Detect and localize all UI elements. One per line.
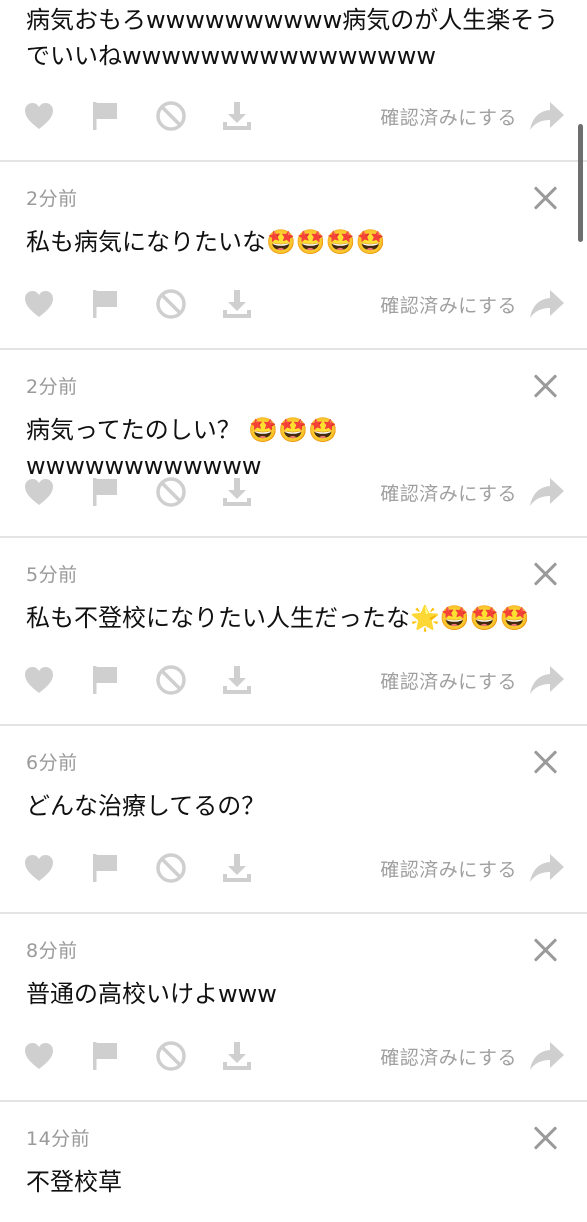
comment-actions: 確認済みにする (22, 96, 565, 136)
flag-icon[interactable] (88, 851, 122, 885)
block-icon[interactable] (154, 851, 188, 885)
close-icon[interactable] (533, 1126, 557, 1150)
comment-text: 病気おもろwwwwwwwwww病気のが人生楽そうでいいねwwwwwwwwwwww… (26, 6, 559, 70)
share-arrow-icon[interactable] (529, 477, 565, 507)
block-icon[interactable] (154, 663, 188, 697)
close-icon[interactable] (533, 374, 557, 398)
timestamp: 14分前 (26, 1128, 91, 1150)
flag-icon[interactable] (88, 1039, 122, 1073)
comment-card: 2分前 私も病気になりたいな🤩🤩🤩🤩 確認済みにする (0, 162, 587, 350)
heart-icon[interactable] (22, 851, 56, 885)
flag-icon[interactable] (88, 99, 122, 133)
close-icon[interactable] (533, 186, 557, 210)
block-icon[interactable] (154, 475, 188, 509)
comment-card: 14分前 不登校草 (0, 1102, 587, 1222)
share-arrow-icon[interactable] (529, 853, 565, 883)
share-arrow-icon[interactable] (529, 1041, 565, 1071)
comment-actions: 確認済みにする (22, 848, 565, 888)
comment-text: 不登校草 (26, 1168, 122, 1196)
comment-text: 普通の高校いけよwww (26, 980, 277, 1008)
download-icon[interactable] (220, 1039, 254, 1073)
timestamp: 8分前 (26, 940, 78, 962)
confirm-button[interactable]: 確認済みにする (380, 667, 517, 694)
download-icon[interactable] (220, 663, 254, 697)
heart-icon[interactable] (22, 1039, 56, 1073)
download-icon[interactable] (220, 99, 254, 133)
heart-icon[interactable] (22, 99, 56, 133)
timestamp: 6分前 (26, 752, 78, 774)
timestamp: 2分前 (26, 376, 78, 398)
comment-actions: 確認済みにする (22, 1036, 565, 1076)
download-icon[interactable] (220, 851, 254, 885)
confirm-button[interactable]: 確認済みにする (380, 1043, 517, 1070)
block-icon[interactable] (154, 99, 188, 133)
comment-card: 病気おもろwwwwwwwwww病気のが人生楽そうでいいねwwwwwwwwwwww… (0, 0, 587, 162)
flag-icon[interactable] (88, 287, 122, 321)
download-icon[interactable] (220, 287, 254, 321)
close-icon[interactable] (533, 750, 557, 774)
share-arrow-icon[interactable] (529, 289, 565, 319)
scrollbar[interactable] (578, 124, 583, 242)
flag-icon[interactable] (88, 663, 122, 697)
heart-icon[interactable] (22, 663, 56, 697)
share-arrow-icon[interactable] (529, 665, 565, 695)
timestamp: 5分前 (26, 564, 78, 586)
heart-icon[interactable] (22, 287, 56, 321)
download-icon[interactable] (220, 475, 254, 509)
comment-feed: 病気おもろwwwwwwwwww病気のが人生楽そうでいいねwwwwwwwwwwww… (0, 0, 587, 1222)
flag-icon[interactable] (88, 475, 122, 509)
comment-actions: 確認済みにする (22, 472, 565, 512)
comment-actions: 確認済みにする (22, 660, 565, 700)
confirm-button[interactable]: 確認済みにする (380, 103, 517, 130)
close-icon[interactable] (533, 938, 557, 962)
timestamp: 2分前 (26, 188, 78, 210)
block-icon[interactable] (154, 287, 188, 321)
comment-text: どんな治療してるの？ (26, 792, 266, 820)
comment-card: 8分前 普通の高校いけよwww 確認済みにする (0, 914, 587, 1102)
share-arrow-icon[interactable] (529, 101, 565, 131)
comment-card: 5分前 私も不登校になりたい人生だったな🌟🤩🤩🤩 確認済みにする (0, 538, 587, 726)
comment-text: 私も不登校になりたい人生だったな🌟🤩🤩🤩 (26, 604, 530, 632)
confirm-button[interactable]: 確認済みにする (380, 291, 517, 318)
comment-text: 私も病気になりたいな🤩🤩🤩🤩 (26, 228, 386, 256)
comment-actions: 確認済みにする (22, 284, 565, 324)
close-icon[interactable] (533, 562, 557, 586)
confirm-button[interactable]: 確認済みにする (380, 855, 517, 882)
confirm-button[interactable]: 確認済みにする (380, 479, 517, 506)
comment-card: 2分前 病気ってたのしい？ 🤩🤩🤩wwwwwwwwwwww 確認済みにする (0, 350, 587, 538)
comment-card: 6分前 どんな治療してるの？ 確認済みにする (0, 726, 587, 914)
block-icon[interactable] (154, 1039, 188, 1073)
heart-icon[interactable] (22, 475, 56, 509)
